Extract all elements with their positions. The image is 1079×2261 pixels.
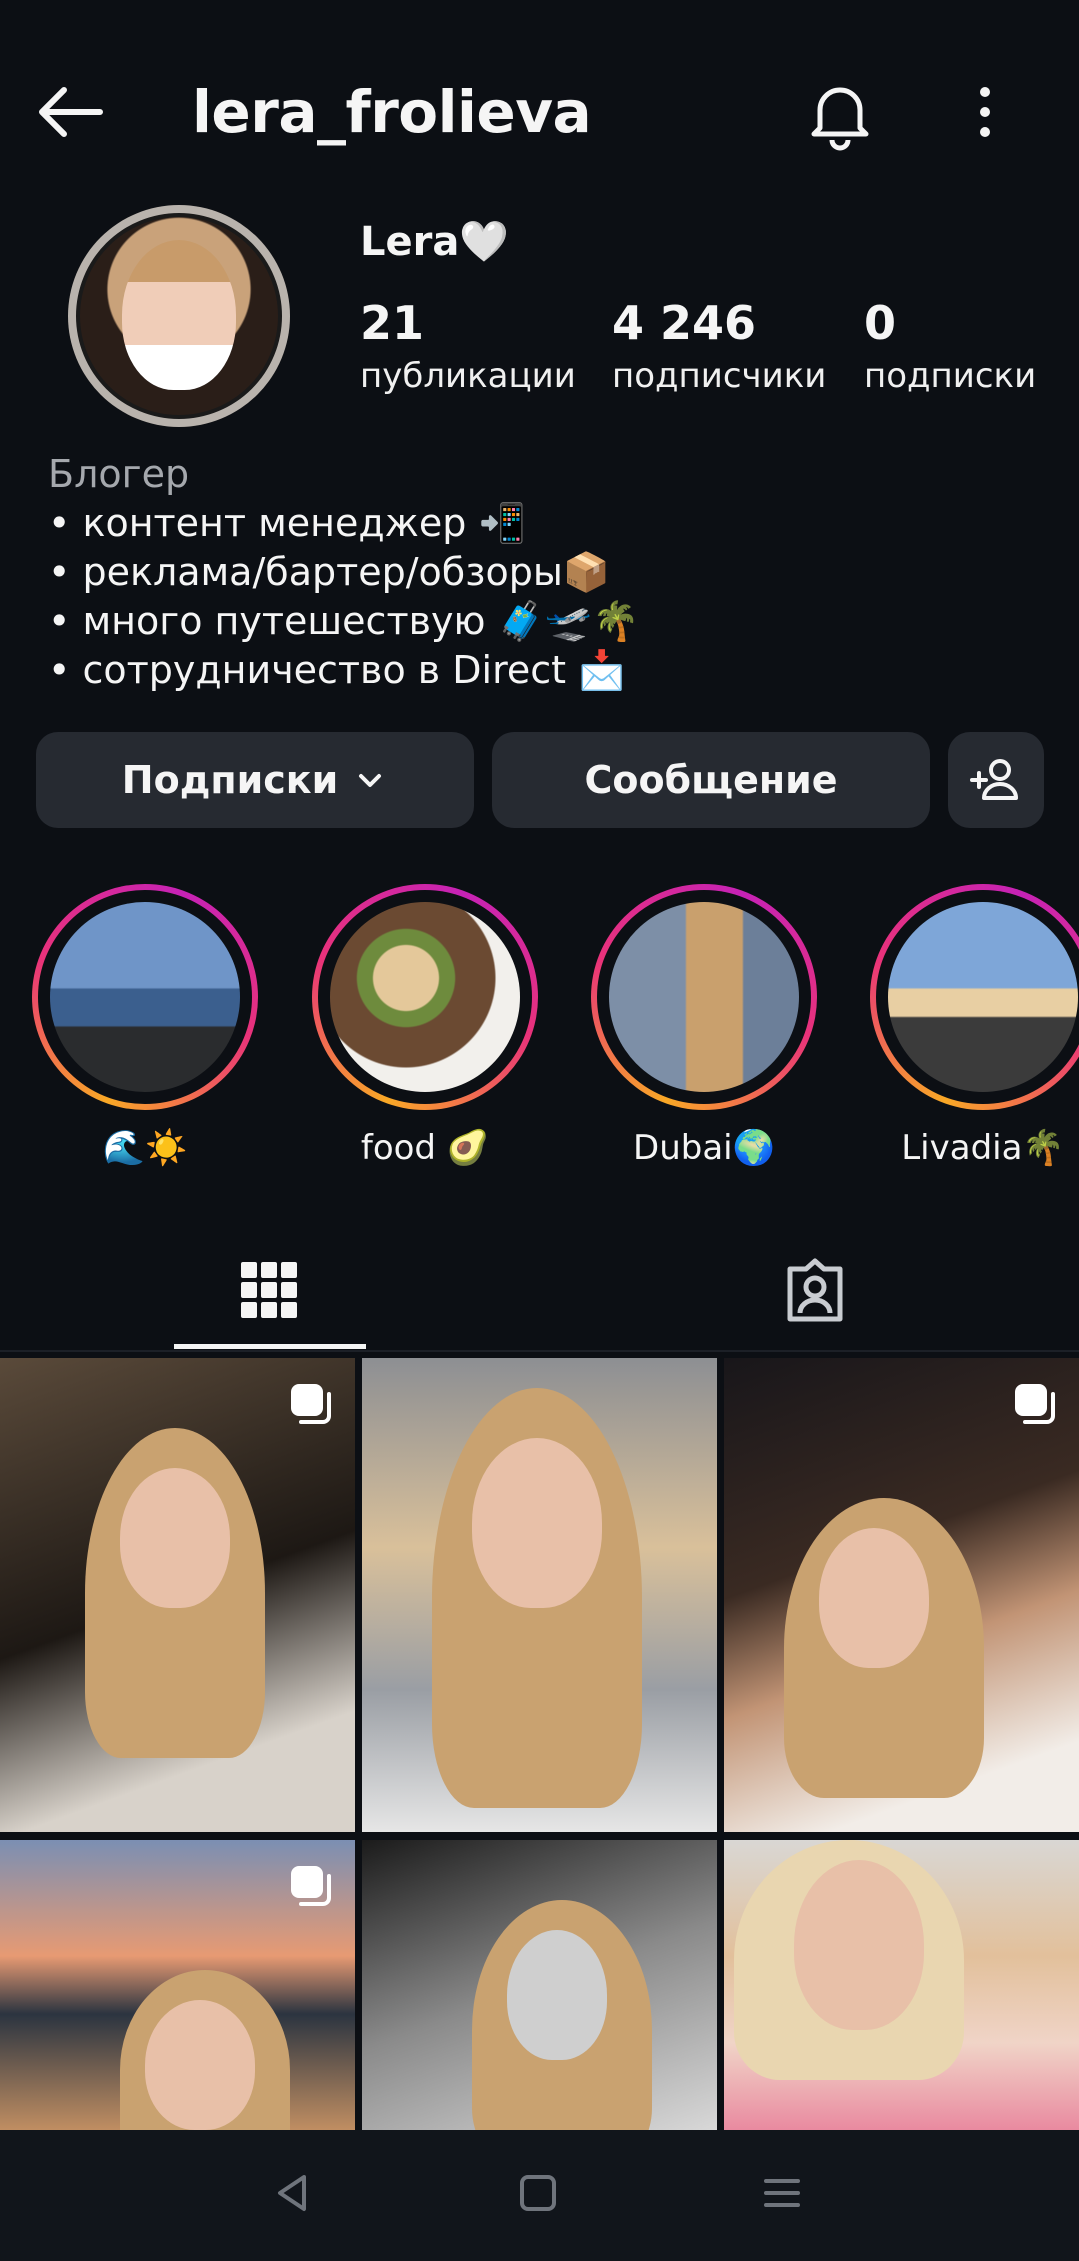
highlight-ring [870,884,1079,1110]
bio-category: Блогер [48,452,190,496]
highlight-cover [330,902,520,1092]
highlight-item[interactable]: Livadia🌴 [870,884,1079,1168]
bio-line: • много путешествую 🧳🛫🌴 [48,599,640,643]
photo-subject-face [819,1528,929,1668]
carousel-icon [1015,1384,1055,1424]
photo-subject-face [507,1930,607,2060]
following-button-label: Подписки [121,758,339,802]
tagged-icon [787,1258,843,1322]
stat-label: публикации [360,356,576,396]
stat-following[interactable]: 0 подписки [864,296,1036,396]
display-name: Lera🤍 [360,219,510,265]
stat-label: подписчики [612,356,827,396]
post-thumbnail[interactable] [0,1840,355,2130]
photo-subject-face [794,1860,924,2030]
more-options-button[interactable] [955,72,1015,152]
stat-value: 0 [864,296,897,350]
profile-username: lera_frolieva [192,78,592,146]
system-back-button[interactable] [262,2163,322,2223]
avatar-portrait [122,240,236,390]
system-recents-button[interactable] [752,2163,812,2223]
grid-icon [241,1262,297,1318]
photo-subject-face [145,2000,255,2130]
triangle-back-icon [278,2175,306,2211]
back-button[interactable] [30,72,110,152]
arrow-left-icon [39,87,103,137]
bio-line: • реклама/бартер/обзоры📦 [48,550,611,594]
kebab-menu-icon [980,87,990,137]
message-button[interactable]: Сообщение [492,732,930,828]
post-thumbnail[interactable] [724,1358,1079,1832]
bio-line: • сотрудничество в Direct 📩 [48,648,626,692]
highlight-item[interactable]: food 🥑 [312,884,538,1168]
stat-followers[interactable]: 4 246 подписчики [612,296,826,396]
highlight-cover [50,902,240,1092]
notifications-button[interactable] [800,72,880,152]
message-button-label: Сообщение [584,758,838,802]
post-thumbnail[interactable] [362,1840,717,2130]
post-thumbnail[interactable] [362,1358,717,1832]
carousel-icon [291,1866,331,1906]
menu-lines-icon [764,2179,800,2207]
highlight-cover [888,902,1078,1092]
photo-subject-face [120,1468,230,1608]
bio-line: • контент менеджер 📲 [48,501,526,545]
tab-divider [0,1350,1079,1352]
chevron-down-icon [359,774,382,787]
highlight-label: food 🥑 [360,1128,490,1168]
highlight-ring [32,884,258,1110]
highlight-ring [312,884,538,1110]
highlight-label: Dubai🌍 [633,1128,775,1168]
highlight-cover [609,902,799,1092]
stat-label: подписки [864,356,1037,396]
bell-icon [811,87,869,151]
stat-value: 4 246 [612,296,757,350]
tab-tagged[interactable] [720,1230,910,1350]
system-home-button[interactable] [508,2163,568,2223]
add-user-icon [970,759,1018,800]
highlight-label: Livadia🌴 [901,1128,1065,1168]
active-tab-indicator [174,1344,366,1349]
highlight-item[interactable]: 🌊☀️ [32,884,258,1168]
carousel-icon [291,1384,331,1424]
add-user-button[interactable] [948,732,1044,828]
square-home-icon [520,2175,556,2211]
stat-posts[interactable]: 21 публикации [360,296,576,396]
bio: Блогер • контент менеджер 📲 • реклама/ба… [48,450,639,695]
highlight-ring [591,884,817,1110]
tab-posts-grid[interactable] [174,1230,364,1350]
stat-value: 21 [360,296,425,350]
highlight-label: 🌊☀️ [102,1128,188,1168]
photo-subject-face [472,1438,602,1608]
post-thumbnail[interactable] [0,1358,355,1832]
post-thumbnail[interactable] [724,1840,1079,2130]
following-button[interactable]: Подписки [36,732,474,828]
highlight-item[interactable]: Dubai🌍 [591,884,817,1168]
